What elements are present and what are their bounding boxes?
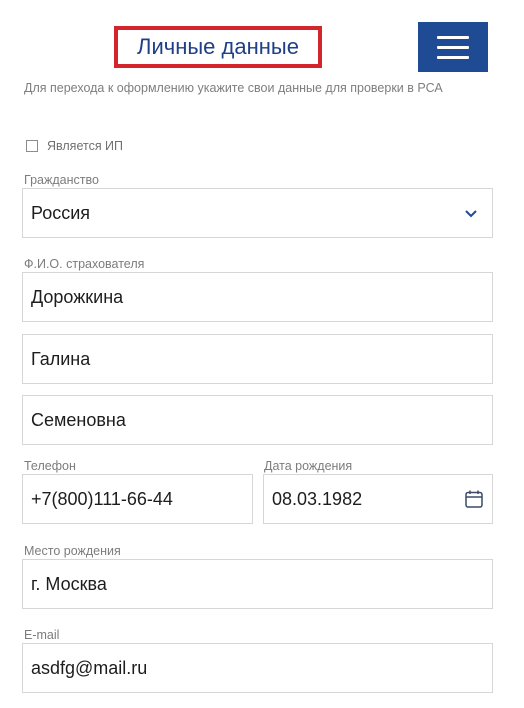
calendar-icon[interactable] [464,489,484,509]
citizenship-label: Гражданство [24,173,99,187]
email-label: E-mail [24,628,60,642]
middle-name-input[interactable]: Семеновна [22,395,493,445]
last-name-value: Дорожкина [31,286,124,307]
ip-checkbox-label: Является ИП [47,139,124,153]
middle-name-value: Семеновна [31,409,126,430]
last-name-input[interactable]: Дорожкина [22,272,493,322]
phone-input[interactable]: +7(800)111-66-44 [22,474,253,524]
menu-button[interactable] [418,22,488,72]
rsa-hint-text: Для перехода к оформлению укажите свои д… [24,81,443,95]
citizenship-value: Россия [31,202,91,223]
fio-label: Ф.И.О. страхователя [24,257,145,271]
birth-date-input[interactable]: 08.03.1982 [263,474,493,524]
hamburger-menu-icon [437,35,469,39]
ip-checkbox-row[interactable]: Является ИП [26,139,123,153]
email-input[interactable]: asdfg@mail.ru [22,643,493,693]
phone-label: Телефон [24,459,76,473]
birth-place-label: Место рождения [24,544,121,558]
birth-place-value: г. Москва [31,573,107,594]
phone-value: +7(800)111-66-44 [31,488,173,509]
first-name-value: Галина [31,348,91,369]
first-name-input[interactable]: Галина [22,334,493,384]
birth-date-value: 08.03.1982 [272,488,363,509]
ip-checkbox[interactable] [26,140,38,152]
birth-place-input[interactable]: г. Москва [22,559,493,609]
birth-date-label: Дата рождения [264,459,353,473]
chevron-down-icon [465,210,477,218]
email-value: asdfg@mail.ru [31,657,148,678]
page-title: Личные данные [137,34,299,59]
page-title-highlight: Личные данные [114,26,322,68]
citizenship-select[interactable]: Россия [22,188,493,238]
